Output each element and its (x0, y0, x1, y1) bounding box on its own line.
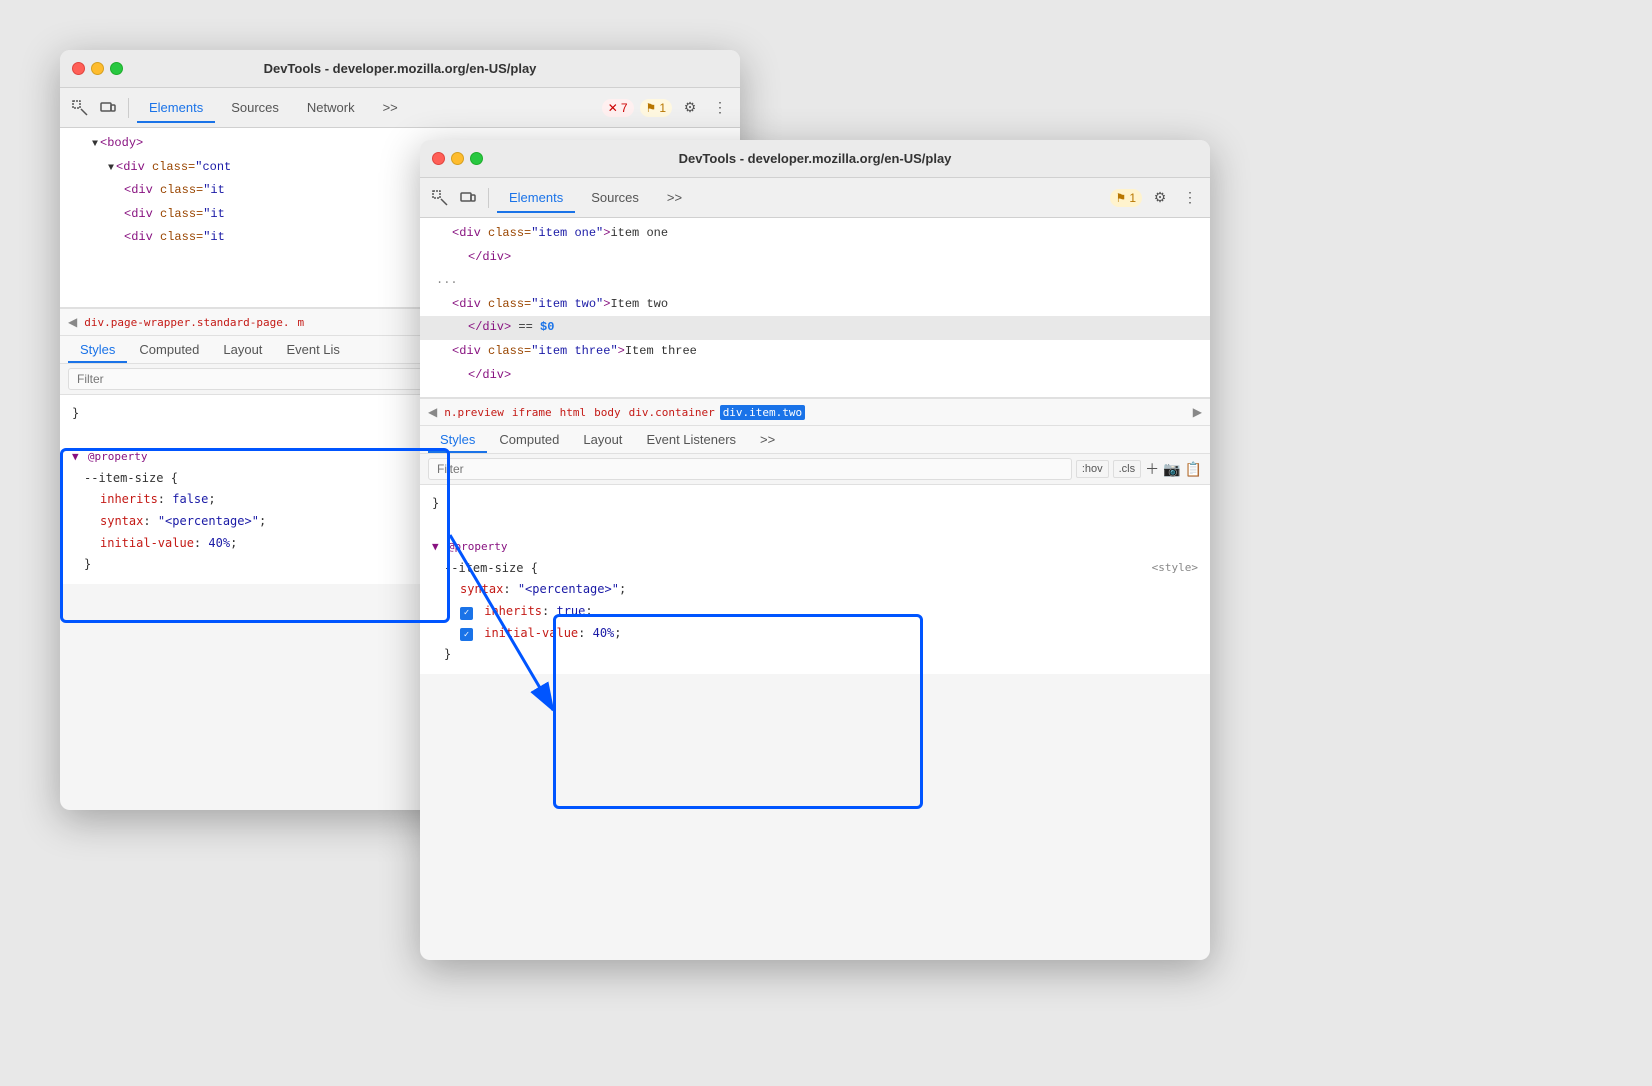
front-close-button[interactable] (432, 152, 445, 165)
front-div-item-three-line[interactable]: <div class="item three">Item three (420, 340, 1210, 364)
front-breadcrumb-bar: ◀ n.preview iframe html body div.contain… (420, 398, 1210, 426)
front-css-prop-initial[interactable]: ✓ initial-value: 40%; (444, 623, 1198, 645)
front-styles-tab-layout[interactable]: Layout (571, 426, 634, 453)
front-settings-icon[interactable]: ⚙ (1148, 186, 1172, 210)
front-initial-checkbox[interactable]: ✓ (460, 628, 473, 641)
front-close-div-one[interactable]: </div> (420, 246, 1210, 270)
front-div-item-one-line[interactable]: <div class="item one">item one (420, 222, 1210, 246)
front-styles-tab-styles[interactable]: Styles (428, 426, 487, 453)
back-styles-tab-events[interactable]: Event Lis (274, 336, 351, 363)
front-hov-button[interactable]: :hov (1076, 460, 1109, 478)
back-tab-elements[interactable]: Elements (137, 92, 215, 123)
front-minimize-button[interactable] (451, 152, 464, 165)
back-tab-sources[interactable]: Sources (219, 92, 291, 123)
back-warning-badge: ⚑ 1 (640, 99, 672, 117)
front-breadcrumb-nav: n.preview iframe html body div.container… (441, 405, 805, 420)
front-titlebar: DevTools - developer.mozilla.org/en-US/p… (420, 140, 1210, 178)
front-css-block: --item-size { <style> syntax: "<percenta… (432, 558, 1198, 666)
back-minimize-button[interactable] (91, 62, 104, 75)
front-fullscreen-button[interactable] (470, 152, 483, 165)
back-tab-more[interactable]: >> (371, 92, 410, 123)
back-styles-tab-layout[interactable]: Layout (211, 336, 274, 363)
back-traffic-lights (72, 62, 123, 75)
front-breadcrumb-next[interactable]: ▶ (1193, 405, 1202, 419)
back-settings-icon[interactable]: ⚙ (678, 96, 702, 120)
front-tab-elements[interactable]: Elements (497, 182, 575, 213)
back-close-button[interactable] (72, 62, 85, 75)
front-styles-tabs: Styles Computed Layout Event Listeners >… (420, 426, 1210, 454)
front-camera-icon[interactable]: 📷 (1163, 461, 1180, 478)
front-css-selector: --item-size { <style> (444, 558, 1198, 580)
front-styles-tab-computed[interactable]: Computed (487, 426, 571, 453)
back-window-title: DevTools - developer.mozilla.org/en-US/p… (264, 61, 537, 76)
front-breadcrumb-prev[interactable]: ◀ (428, 405, 437, 419)
front-toolbar-sep1 (488, 188, 489, 208)
front-tab-sources[interactable]: Sources (579, 182, 651, 213)
front-breadcrumb-item-preview[interactable]: n.preview (441, 405, 507, 420)
back-breadcrumb-nav: div.page-wrapper.standard-page. m (81, 315, 307, 330)
front-more-icon[interactable]: ⋮ (1178, 186, 1202, 210)
front-css-at-rule-line: ▼ @property (432, 536, 1198, 558)
back-styles-tab-styles[interactable]: Styles (68, 336, 127, 363)
back-error-icon: ✕ (608, 101, 618, 115)
front-styles-tab-more[interactable]: >> (748, 426, 787, 453)
front-div-item-two-line[interactable]: <div class="item two">Item two (420, 293, 1210, 317)
back-more-icon[interactable]: ⋮ (708, 96, 732, 120)
front-breadcrumb-item-body[interactable]: body (591, 405, 624, 420)
front-css-closing-brace-top: } (432, 493, 1198, 515)
back-inspector-icon[interactable] (68, 96, 92, 120)
back-titlebar: DevTools - developer.mozilla.org/en-US/p… (60, 50, 740, 88)
front-inherits-checkbox[interactable]: ✓ (460, 607, 473, 620)
back-devtools-toolbar: Elements Sources Network >> ✕ 7 ⚑ 1 ⚙ ⋮ (60, 88, 740, 128)
front-warning-icon: ⚑ (1116, 191, 1127, 205)
back-breadcrumb-item-1[interactable]: m (295, 315, 308, 330)
front-breadcrumb-item-html[interactable]: html (557, 405, 590, 420)
front-styles-panel: } ▼ @property --item-size { <style> synt… (420, 485, 1210, 674)
front-cls-button[interactable]: .cls (1113, 460, 1142, 478)
front-close-div-two-selected[interactable]: </div> == $0 (420, 316, 1210, 340)
back-toolbar-sep1 (128, 98, 129, 118)
front-html-tree: <div class="item one">item one </div> ..… (420, 218, 1210, 398)
front-traffic-lights (432, 152, 483, 165)
front-breadcrumb-item-container[interactable]: div.container (626, 405, 718, 420)
back-breadcrumb-item-0[interactable]: div.page-wrapper.standard-page. (81, 315, 292, 330)
front-close-div-three[interactable]: </div> (420, 364, 1210, 388)
front-toolbar-badges: ⚑ 1 ⚙ ⋮ (1110, 186, 1202, 210)
front-ellipsis: ... (420, 269, 1210, 293)
front-devtools-toolbar: Elements Sources >> ⚑ 1 ⚙ ⋮ (420, 178, 1210, 218)
front-breadcrumb-item-selected[interactable]: div.item.two (720, 405, 805, 420)
front-css-close-brace: } (444, 644, 1198, 666)
front-tab-more[interactable]: >> (655, 182, 694, 213)
front-css-prop-syntax[interactable]: syntax: "<percentage>"; (444, 579, 1198, 601)
back-responsive-icon[interactable] (96, 96, 120, 120)
front-inspector-icon[interactable] (428, 186, 452, 210)
front-filter-input[interactable] (428, 458, 1072, 480)
back-fullscreen-button[interactable] (110, 62, 123, 75)
front-devtools-window: DevTools - developer.mozilla.org/en-US/p… (420, 140, 1210, 960)
front-responsive-icon[interactable] (456, 186, 480, 210)
front-css-prop-inherits[interactable]: ✓ inherits: true; (444, 601, 1198, 623)
back-breadcrumb-prev[interactable]: ◀ (68, 315, 77, 329)
front-styles-tab-events[interactable]: Event Listeners (634, 426, 748, 453)
back-error-badge: ✕ 7 (602, 99, 634, 117)
back-toolbar-badges: ✕ 7 ⚑ 1 ⚙ ⋮ (602, 96, 732, 120)
front-doc-icon[interactable]: 📋 (1185, 461, 1202, 478)
front-warning-badge: ⚑ 1 (1110, 189, 1142, 207)
front-window-title: DevTools - developer.mozilla.org/en-US/p… (679, 151, 952, 166)
front-plus-icon[interactable]: ＋ (1145, 459, 1159, 479)
front-filter-actions: :hov .cls ＋ 📷 📋 (1076, 459, 1202, 479)
back-tab-network[interactable]: Network (295, 92, 367, 123)
back-styles-tab-computed[interactable]: Computed (127, 336, 211, 363)
front-breadcrumb-item-iframe[interactable]: iframe (509, 405, 555, 420)
back-warning-icon: ⚑ (646, 101, 657, 115)
front-filter-bar: :hov .cls ＋ 📷 📋 (420, 454, 1210, 485)
